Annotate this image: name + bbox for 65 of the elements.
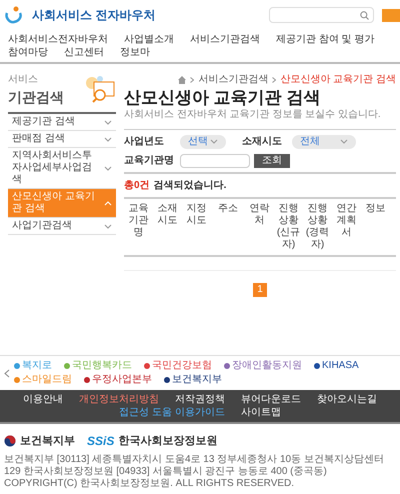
sidebar-item[interactable]: 사업기관검색 [8,218,116,235]
logo-icon [4,6,24,24]
nav-link[interactable]: 신고센터 [64,46,104,59]
footer-link[interactable]: 사이트맵 [240,406,281,419]
field-label: 소재시도 [242,135,283,149]
result-message: 검색되었습니다. [154,179,226,193]
field-label: 사업년도 [124,135,165,149]
partner-logo[interactable]: 장애인활동지원 [224,360,302,372]
column-header: 연간계획서 [336,203,358,240]
org-name: 한국사회보장정보원 [118,434,218,449]
emblem-icon [4,435,16,447]
chevron-down-icon [104,136,112,142]
nav-link[interactable]: 서비스기관검색 [190,33,260,46]
breadcrumb-link[interactable]: 서비스기관검색 [198,72,268,87]
column-header: 진행상황 (경력자) [304,203,330,251]
sidebar-title: 기관검색 [8,88,64,107]
nav-link[interactable]: 사업별소개 [124,33,174,46]
page-subtitle: 사회서비스 전자바우처 교육기관 정보를 보실수 있습니다. [124,109,382,121]
nav-link[interactable]: 참여마당 [8,46,48,59]
column-header: 정보 [364,203,386,216]
footer-link[interactable]: 저작권정책 [175,393,225,406]
chevron-down-icon [104,166,112,170]
partner-logo[interactable]: KIHASA [314,360,359,372]
sidebar-item[interactable]: 판매점 검색 [8,131,116,148]
footer-link[interactable]: 접근성 도움 이용가이드 [119,406,225,419]
site-logo[interactable]: 사회서비스 전자바우처 [32,6,156,24]
column-header: 주소 [217,203,239,216]
footer-address: 보건복지부 [30113] 세종특별자치시 도움4로 13 정부세종청사 10동 보건복지상담센터 129 한국사회보장정보원 [04933] 서울특별시 광진구 능동로 400 (중곡동) COPYRIGHT(C) 한국사회보장정보원. ALL RIGHTS RESERVED. [4,454,385,490]
nav-link[interactable]: 제공기관 참여 및 평가 [276,33,374,46]
org-name: 보건복지부 [20,434,75,449]
search-icon [360,10,369,20]
breadcrumb-link[interactable]: 산모신생아 교육기관 검색 [280,72,396,87]
partner-logo[interactable]: 보건복지부 [164,374,222,386]
column-header: 진행상황 (신규자) [276,203,302,251]
chevron-down-icon [104,224,112,228]
footer-link[interactable]: 이용안내 [23,393,63,406]
sidebar-item[interactable]: 제공기관 검색 [8,114,116,131]
page-title: 산모신생아 교육기관 검색 [124,87,322,109]
name-field[interactable] [180,154,250,168]
column-header: 교육기관명 [128,203,150,240]
chevron-up-icon [104,200,112,206]
home-icon[interactable] [178,76,186,84]
field-label: 교육기관명 [124,154,175,168]
footer-link[interactable]: 뷰어다운로드 [241,393,301,406]
login-button[interactable] [382,8,400,22]
search-button[interactable]: 조회 [254,154,290,168]
partner-logo[interactable]: 우정사업본부 [84,374,152,386]
footer-link[interactable]: 개인정보처리방침 [79,393,159,406]
column-header: 소재시도 [156,203,178,228]
chevron-down-icon [340,139,348,144]
column-header: 지정시도 [186,203,208,228]
footer-link[interactable]: 찾아오시는길 [317,393,377,406]
nav-link[interactable]: 정보마 [120,46,150,59]
chevron-left-icon[interactable] [4,368,10,378]
sidebar-subtitle: 서비스 [8,73,39,87]
chevron-down-icon [210,139,218,144]
result-count: 총0건 [124,179,150,193]
ssis-logo: SSiS [87,433,114,450]
search-field[interactable] [269,7,374,23]
chevron-right-icon [272,76,276,82]
chevron-right-icon [190,76,194,82]
chevron-down-icon [104,120,112,124]
partner-logo[interactable]: 국민건강보험 [144,360,212,372]
nav-link[interactable]: 사회서비스전자바우처 [8,33,108,46]
column-header: 연락처 [248,203,270,228]
